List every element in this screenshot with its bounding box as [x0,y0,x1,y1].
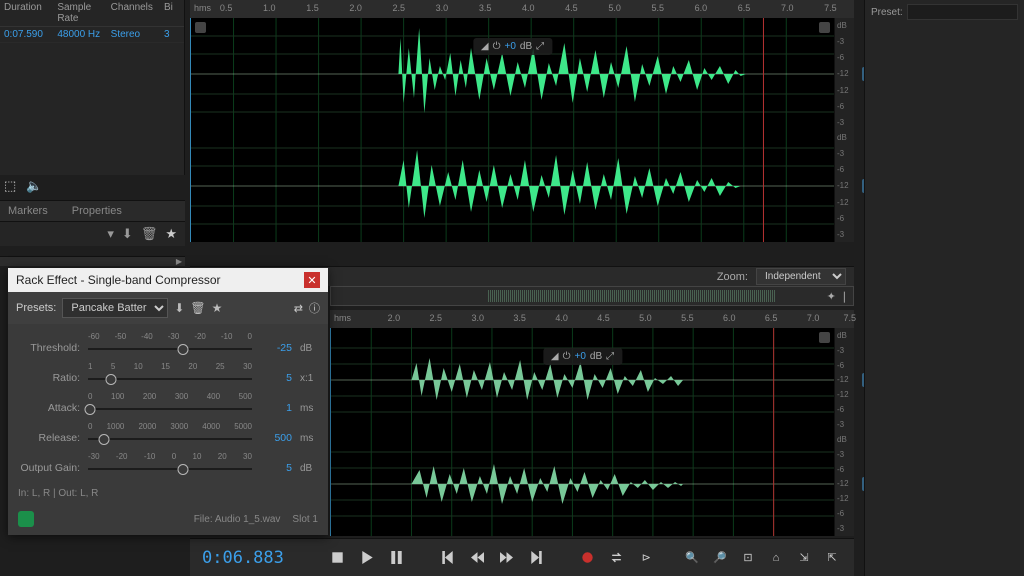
rewind-button[interactable] [470,548,485,568]
file-label: File: Audio 1_5.wav [194,514,281,525]
skip-start-button[interactable] [440,548,455,568]
stop-button[interactable] [330,548,345,568]
slider[interactable]: 0100200300400500 [88,392,252,416]
wave-lower-right[interactable]: dB-3-6-12-12-6-3 R [330,432,854,536]
param-attack: Attack: 0100200300400500 1 ms [18,392,318,416]
zoom-mode-select[interactable]: Independent [756,268,846,285]
power-icon[interactable]: ⏻ [563,351,571,362]
col-duration: Duration [4,2,57,24]
db-scale-left: dB-3-6-12-12-6-3 [834,18,854,130]
waveform-path-left [398,28,745,113]
hud-icon[interactable]: ◢ [551,351,559,362]
param-outputgain: Output Gain: -30-20-100102030 5 dB [18,452,318,476]
param-threshold: Threshold: -60-50-40-30-20-100 -25 dB [18,332,318,356]
zoom-fit-icon[interactable]: ⊡ [738,548,758,568]
volume-icon[interactable]: 🔈 [26,178,42,194]
zoom-in-v-icon[interactable]: ⇲ [794,548,814,568]
record-button[interactable] [580,548,595,568]
zoom-out-icon[interactable]: 🔎 [710,548,730,568]
wave-gain-toolbar-lower: ◢ ⏻ +0 dB ⤢ [543,348,622,365]
lower-waveform-area: hms 2.0 2.5 3.0 3.5 4.0 4.5 5.0 5.5 6.0 … [330,310,854,536]
dialog-title: Rack Effect - Single-band Compressor [16,273,221,287]
presets-label: Presets: [16,302,56,314]
preset-label: Preset: [871,7,903,18]
param-ratio: Ratio: 151015202530 5 x:1 [18,362,318,386]
db-scale-right: dB-3-6-12-12-6-3 [834,130,854,242]
hud-icon[interactable]: ◢ [481,41,489,52]
file-info-row[interactable]: 0:07.590 48000 Hz Stereo 3 [0,27,184,43]
scroll-indicator[interactable] [0,256,185,266]
play-button[interactable] [360,548,375,568]
zoom-in-icon[interactable]: 🔍 [682,548,702,568]
slider[interactable]: 010002000300040005000 [88,422,252,446]
dropdown-icon[interactable]: ▾ [107,226,114,242]
pause-button[interactable] [389,548,404,568]
col-samplerate: Sample Rate [57,2,110,24]
right-preset-panel: Preset: [864,0,1024,576]
preset-select[interactable]: Pancake Batter [62,298,168,318]
wave-left-channel[interactable]: ◢ ⏻ +0 dB ⤢ dB-3-6-12-12-6-3 L [190,18,854,130]
preset-input[interactable] [907,4,1018,20]
upper-waveform-area: hms 0.5 1.0 1.5 2.0 2.5 3.0 3.5 4.0 4.5 … [190,0,854,242]
zoom-sel-icon[interactable]: ⌂ [766,548,786,568]
tab-markers[interactable]: Markers [8,205,48,217]
wave-right-channel[interactable]: dB-3-6-12-12-6-3 R [190,130,854,242]
import-icon[interactable]: ⬚ [4,178,16,194]
param-release: Release: 010002000300040005000 500 ms [18,422,318,446]
wave-lower-left[interactable]: ◢ ⏻ +0 dB ⤢ dB-3-6-12-12-6-3 L [330,328,854,432]
loop-button[interactable] [609,548,624,568]
skip-end-button[interactable] [529,548,544,568]
trash-icon[interactable]: 🗑 [141,226,158,242]
effect-power-button[interactable] [18,511,34,527]
forward-button[interactable] [499,548,514,568]
save-preset-icon[interactable]: ⬇ [174,301,184,315]
col-channels: Channels [111,2,164,24]
overview-strip[interactable]: ✦ ❘ [330,286,854,306]
download-icon[interactable]: ⬇ [122,226,133,242]
io-label: In: L, R | Out: L, R [18,488,98,499]
skip-sel-button[interactable]: ⊳ [639,548,654,568]
zoom-out-v-icon[interactable]: ⇱ [822,548,842,568]
timeline-upper[interactable]: hms 0.5 1.0 1.5 2.0 2.5 3.0 3.5 4.0 4.5 … [190,0,854,18]
delete-preset-icon[interactable]: 🗑 [190,301,205,315]
slider[interactable]: -30-20-100102030 [88,452,252,476]
expand-icon[interactable]: ⤢ [606,351,614,362]
zoom-label: Zoom: [717,271,748,283]
wave-gain-toolbar: ◢ ⏻ +0 dB ⤢ [473,38,552,55]
slot-label: Slot 1 [292,514,318,525]
col-bitdepth: Bi [164,2,180,24]
info-icon[interactable]: ⓘ [309,300,320,316]
route-icon[interactable]: ⇄ [294,302,303,315]
tab-properties[interactable]: Properties [72,205,122,217]
slider[interactable]: 151015202530 [88,362,252,386]
power-icon[interactable]: ⏻ [493,41,501,52]
timeline-lower[interactable]: hms 2.0 2.5 3.0 3.5 4.0 4.5 5.0 5.5 6.0 … [330,310,854,328]
transport-bar: 0:06.883 ⊳ 🔍 🔎 ⊡ ⌂ ⇲ ⇱ [190,538,854,576]
slider[interactable]: -60-50-40-30-20-100 [88,332,252,356]
ov-tool-icon[interactable]: ❘ [840,290,849,303]
expand-icon[interactable]: ⤢ [536,41,544,52]
time-display[interactable]: 0:06.883 [202,548,302,568]
ov-zoom-icon[interactable]: ✦ [827,290,836,303]
favorite-preset-icon[interactable]: ★ [212,301,223,315]
compressor-dialog: Rack Effect - Single-band Compressor ✕ P… [8,268,328,535]
file-info-panel: Duration Sample Rate Channels Bi 0:07.59… [0,0,185,175]
favorite-icon[interactable]: ★ [165,226,177,242]
close-icon[interactable]: ✕ [304,272,320,288]
